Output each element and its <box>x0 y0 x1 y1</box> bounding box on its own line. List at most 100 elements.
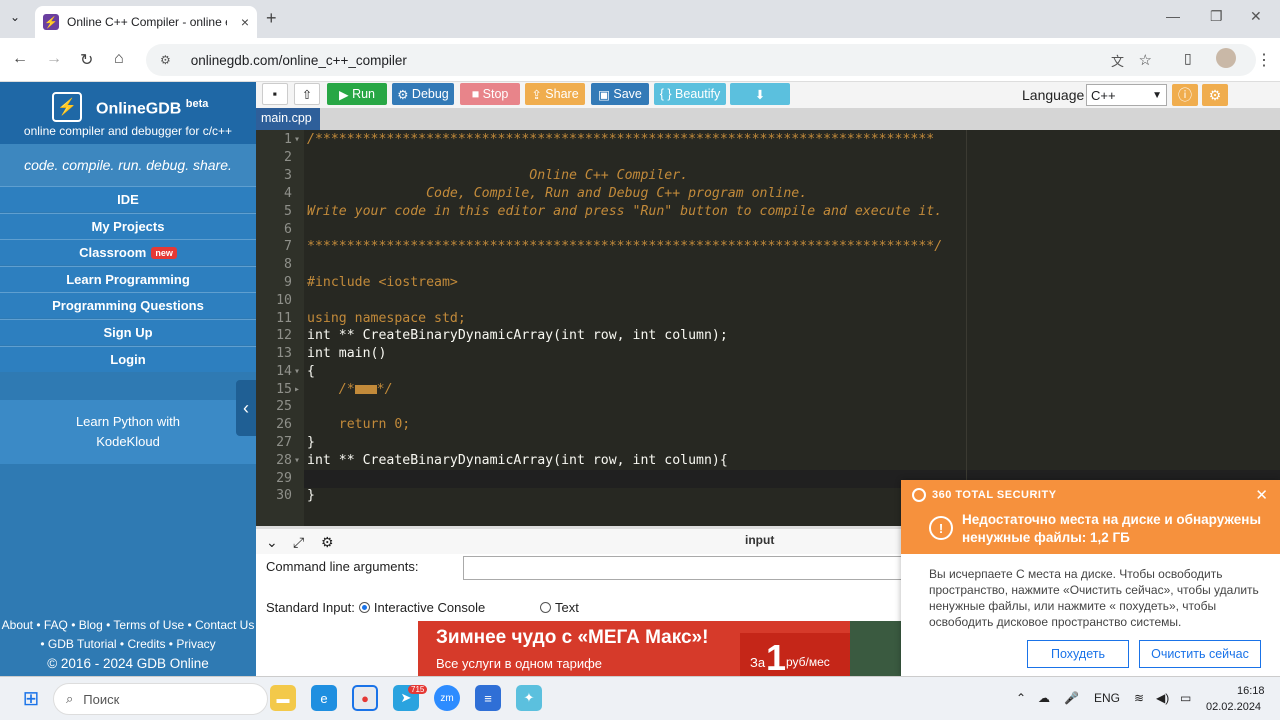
volume-icon[interactable]: ◀) <box>1156 691 1169 705</box>
file-tab-main-cpp[interactable]: main.cpp <box>256 108 320 130</box>
code-editor[interactable]: 1 2 3 4 5 6 7 8 9 10 11 12 13 14 15 25 2… <box>256 130 1280 526</box>
upload-icon[interactable]: ⇧ <box>294 83 320 105</box>
close-window-icon[interactable]: ✕ <box>1250 8 1262 25</box>
sidebar-footer: About • FAQ • Blog • Terms of Use • Cont… <box>0 616 256 673</box>
fold-arrow-icon[interactable]: ▾ <box>294 452 300 470</box>
clean-now-button[interactable]: Очистить сейчас <box>1139 640 1261 668</box>
run-button[interactable]: ▶ Run <box>327 83 387 105</box>
close-popup-icon[interactable]: ✕ <box>1255 486 1268 504</box>
unfold-arrow-icon[interactable]: ▸ <box>294 381 300 399</box>
clock-time[interactable]: 16:18 <box>1237 685 1265 697</box>
battery-icon[interactable]: ▭ <box>1180 691 1191 705</box>
sidebar-item-my-projects[interactable]: My Projects <box>0 213 256 239</box>
chrome-icon[interactable]: ● <box>352 685 378 711</box>
panel-settings-icon[interactable]: ⚙ <box>321 534 334 551</box>
ad-subline: Все услуги в одном тарифе <box>436 656 603 671</box>
code-line: int ** CreateBinaryDynamicArray(int row,… <box>307 453 728 468</box>
new-file-icon[interactable]: ▪ <box>262 83 288 105</box>
tab-list-icon[interactable]: ⌄ <box>10 10 20 24</box>
download-icon[interactable]: ⬇ <box>730 83 790 105</box>
info-icon[interactable]: ⓘ <box>1172 84 1198 106</box>
folded-marker[interactable] <box>354 384 377 394</box>
popup-brand: 360 TOTAL SECURITY <box>912 488 1057 502</box>
sidebar-item-classroom[interactable]: Classroom new <box>0 239 256 265</box>
code-line: int ** CreateBinaryDynamicArray(int row,… <box>307 328 728 343</box>
file-explorer-icon[interactable]: ▬ <box>270 685 296 711</box>
interactive-console-label[interactable]: Interactive Console <box>374 600 485 615</box>
stop-button[interactable]: ■ Stop <box>460 83 520 105</box>
input-tab[interactable]: input <box>745 533 774 547</box>
settings-gear-icon[interactable]: ⚙ <box>1202 84 1228 106</box>
windows-start-icon[interactable]: ⊞ <box>18 685 44 711</box>
advertisement-banner[interactable]: Зимнее чудо с «МЕГА Макс»! Все услуги в … <box>418 621 902 676</box>
fold-arrow-icon[interactable]: ▾ <box>294 363 300 381</box>
save-button[interactable]: ▣ Save <box>591 83 649 105</box>
new-badge: new <box>151 246 177 259</box>
new-tab-icon[interactable]: + <box>266 8 277 29</box>
expand-panel-icon[interactable]: ⤢ <box>293 534 304 551</box>
footer-links-2[interactable]: • GDB Tutorial • Credits • Privacy <box>0 635 256 654</box>
back-icon[interactable]: ← <box>12 50 28 68</box>
share-button[interactable]: ⇪ Share <box>525 83 585 105</box>
cloud-icon[interactable]: ☁ <box>1038 691 1050 705</box>
browser-tab[interactable]: ⚡ Online C++ Compiler - online e × <box>35 6 257 38</box>
edge-icon[interactable]: e <box>311 685 337 711</box>
taskbar-search[interactable]: ⌕ Поиск <box>53 683 268 715</box>
brand-subtitle: online compiler and debugger for c/c++ <box>23 124 233 138</box>
url-field[interactable]: ⚙ onlinegdb.com/online_c++_compiler 文 ☆ <box>146 44 1256 76</box>
collapse-panel-icon[interactable]: ⌄ <box>266 534 278 551</box>
zoom-icon[interactable]: zm <box>434 685 460 711</box>
file-tabs: main.cpp <box>256 108 1280 130</box>
restore-icon[interactable]: ❐ <box>1210 8 1223 25</box>
onlinegdb-logo-icon: ⚡ <box>52 92 82 122</box>
line-number: 25 <box>276 399 292 414</box>
clock-date[interactable]: 02.02.2024 <box>1206 701 1261 713</box>
sidebar-item-programming-questions[interactable]: Programming Questions <box>0 292 256 318</box>
minimize-icon[interactable]: — <box>1166 8 1180 24</box>
sidebar-item-login[interactable]: Login <box>0 346 256 372</box>
microphone-icon[interactable]: 🎤 <box>1064 691 1079 705</box>
sidebar-item-ide[interactable]: IDE <box>0 186 256 212</box>
notepad-icon[interactable]: ≡ <box>475 685 501 711</box>
debug-button[interactable]: ⚙ Debug <box>392 83 454 105</box>
tagline: code. compile. run. debug. share. <box>0 144 256 186</box>
tray-expand-icon[interactable]: ⌃ <box>1016 691 1026 705</box>
close-tab-icon[interactable]: × <box>241 14 249 30</box>
home-icon[interactable]: ⌂ <box>114 50 124 68</box>
warning-icon: ! <box>929 516 953 540</box>
profile-avatar[interactable] <box>1216 48 1236 68</box>
footer-links[interactable]: About • FAQ • Blog • Terms of Use • Cont… <box>0 616 256 635</box>
code-line: } <box>307 435 315 450</box>
cmd-args-input[interactable] <box>463 556 903 580</box>
slim-button[interactable]: Похудеть <box>1027 640 1129 668</box>
ad-headline: Зимнее чудо с «МЕГА Макс»! <box>436 627 709 648</box>
text-radio[interactable] <box>540 602 551 613</box>
language-select[interactable]: C++ ▼ <box>1086 84 1167 106</box>
app-icon[interactable]: ✦ <box>516 685 542 711</box>
line-number: 6 <box>284 222 292 237</box>
collapse-sidebar-icon[interactable]: ‹ <box>236 380 256 436</box>
security-popup: 360 TOTAL SECURITY ✕ ! Недостаточно мест… <box>901 480 1280 676</box>
language-indicator[interactable]: ENG <box>1094 691 1120 705</box>
reload-icon[interactable]: ↻ <box>80 50 93 70</box>
beautify-button[interactable]: { } Beautify <box>654 83 726 105</box>
sidebar-item-sign-up[interactable]: Sign Up <box>0 319 256 345</box>
site-info-icon[interactable]: ⚙ <box>160 53 171 67</box>
side-panel-icon[interactable]: ▯ <box>1184 50 1192 67</box>
menu-icon[interactable]: ⋮ <box>1256 50 1272 70</box>
forward-icon[interactable]: → <box>46 50 62 68</box>
text-option: Text <box>536 600 579 615</box>
fold-arrow-icon[interactable]: ▾ <box>294 131 300 149</box>
wifi-icon[interactable]: ≋ <box>1134 691 1144 705</box>
code-line: ****************************************… <box>307 239 943 254</box>
line-number: 5 <box>284 204 292 219</box>
promo-banner[interactable]: Learn Python with KodeKloud <box>0 400 256 464</box>
bookmark-star-icon[interactable]: ☆ <box>1139 51 1152 69</box>
translate-icon[interactable]: 文 <box>1111 51 1124 70</box>
url-text: onlinegdb.com/online_c++_compiler <box>190 52 407 68</box>
interactive-console-radio[interactable] <box>358 602 370 613</box>
code-line: /***************************************… <box>307 132 935 147</box>
logo-block[interactable]: ⚡ OnlineGDB beta online compiler and deb… <box>0 82 256 144</box>
text-label[interactable]: Text <box>555 600 579 615</box>
sidebar-item-learn-programming[interactable]: Learn Programming <box>0 266 256 292</box>
